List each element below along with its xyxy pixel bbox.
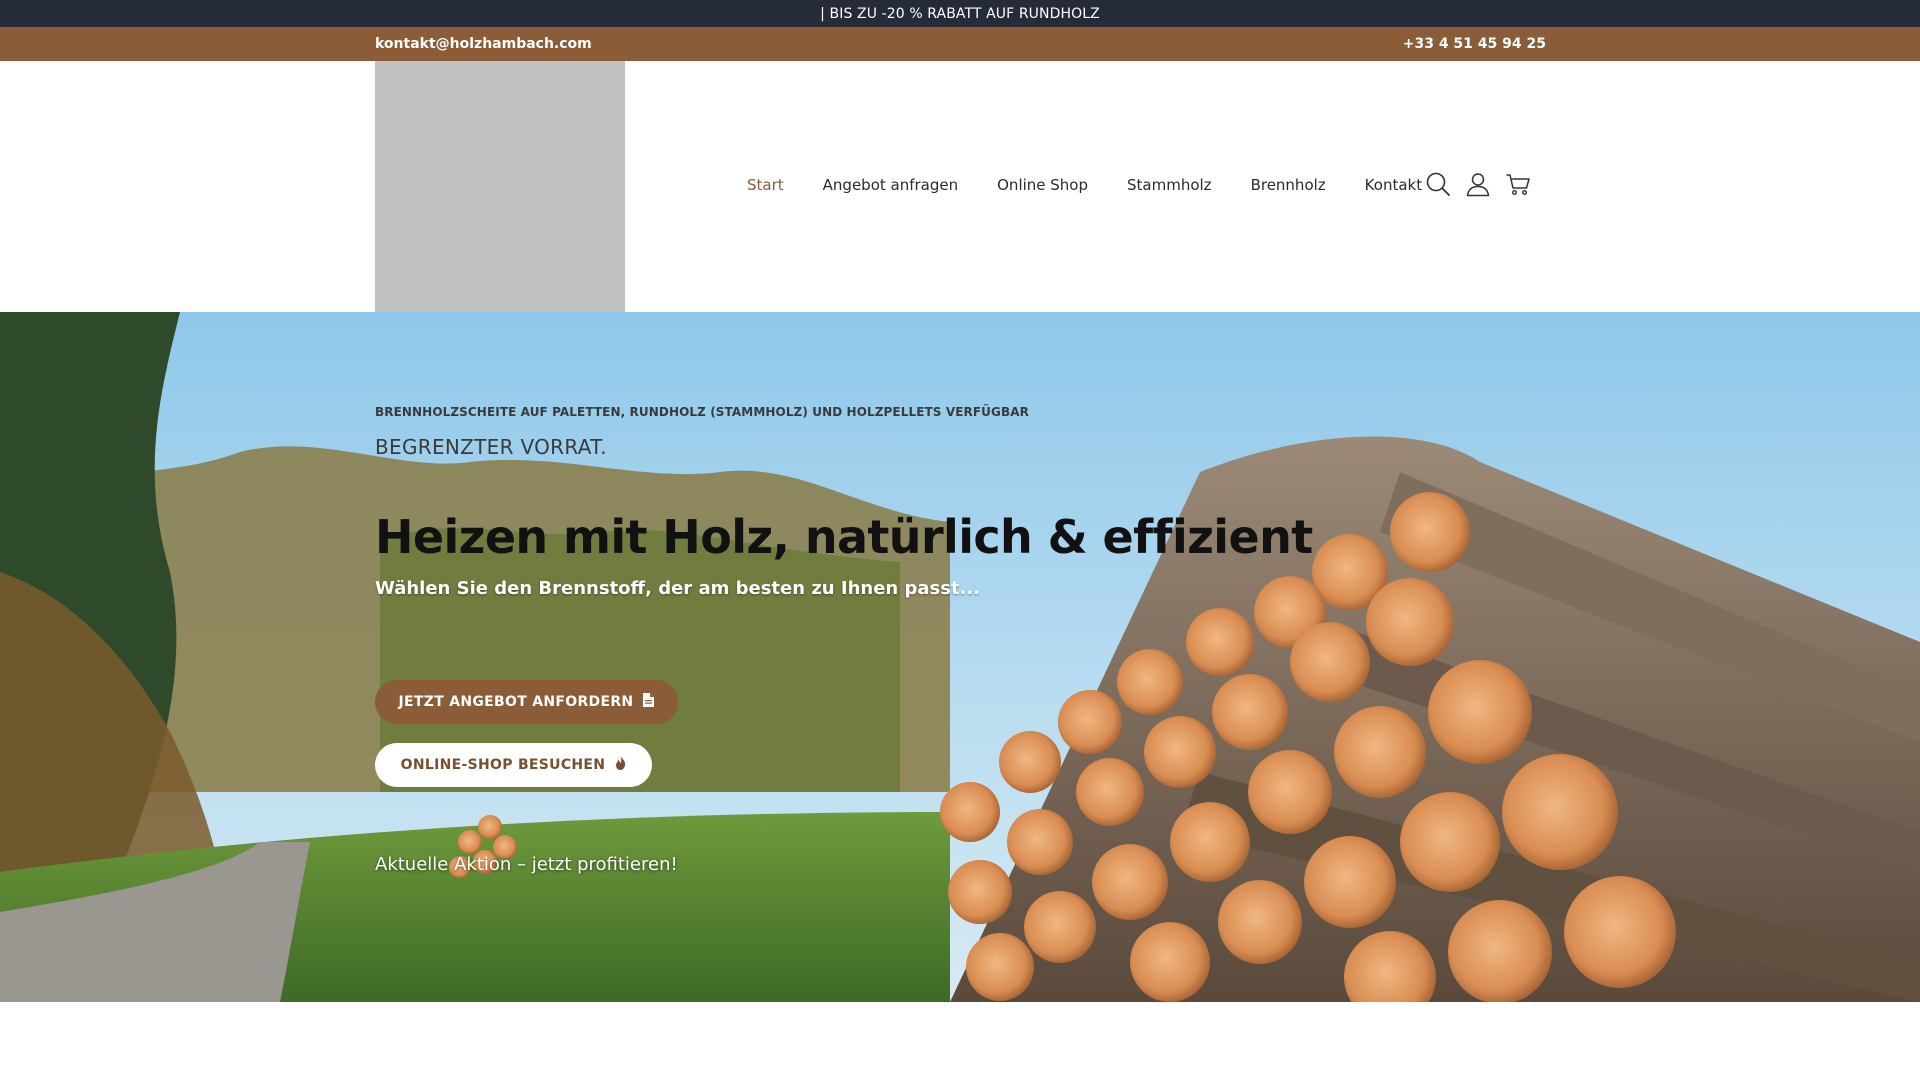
nav-item-brennholz[interactable]: Brennholz — [1251, 176, 1326, 194]
search-icon[interactable] — [1425, 171, 1451, 197]
user-icon[interactable] — [1465, 171, 1491, 197]
contact-email-link[interactable]: kontakt@holzhambach.com — [375, 36, 592, 52]
promo-text: | BIS ZU -20 % RABATT AUF RUNDHOLZ — [820, 5, 1100, 22]
cart-icon[interactable] — [1505, 171, 1531, 197]
site-header: Start Angebot anfragen Online Shop Stamm… — [0, 61, 1920, 312]
contact-bar: kontakt@holzhambach.com +33 4 51 45 94 2… — [0, 27, 1920, 61]
current-offer-link[interactable]: Aktuelle Aktion – jetzt profitieren! — [375, 854, 678, 875]
document-icon — [643, 693, 655, 711]
logo[interactable] — [375, 61, 625, 312]
nav-item-angebot-anfragen[interactable]: Angebot anfragen — [823, 176, 958, 194]
visit-shop-label: ONLINE-SHOP BESUCHEN — [400, 757, 606, 773]
promo-bar: | BIS ZU -20 % RABATT AUF RUNDHOLZ — [0, 0, 1920, 27]
request-quote-label: JETZT ANGEBOT ANFORDERN — [398, 694, 634, 710]
hero-section: BRENNHOLZSCHEITE AUF PALETTEN, RUNDHOLZ … — [0, 312, 1920, 1002]
main-nav: Start Angebot anfragen Online Shop Stamm… — [747, 176, 1461, 194]
hero-subhead: BEGRENZTER VORRAT. — [375, 435, 607, 459]
hero-tagline: Wählen Sie den Brennstoff, der am besten… — [375, 578, 981, 599]
request-quote-button[interactable]: JETZT ANGEBOT ANFORDERN — [375, 680, 678, 724]
header-icons — [1425, 171, 1531, 197]
flame-icon — [615, 756, 626, 774]
hero-eyebrow: BRENNHOLZSCHEITE AUF PALETTEN, RUNDHOLZ … — [375, 405, 1029, 419]
visit-shop-button[interactable]: ONLINE-SHOP BESUCHEN — [375, 743, 652, 787]
nav-item-start[interactable]: Start — [747, 176, 784, 194]
hero-headline: Heizen mit Holz, natürlich & effizient — [375, 510, 1313, 564]
nav-item-stammholz[interactable]: Stammholz — [1127, 176, 1212, 194]
nav-item-online-shop[interactable]: Online Shop — [997, 176, 1088, 194]
contact-phone-link[interactable]: +33 4 51 45 94 25 — [1403, 36, 1546, 52]
nav-item-kontakt[interactable]: Kontakt — [1365, 176, 1422, 194]
